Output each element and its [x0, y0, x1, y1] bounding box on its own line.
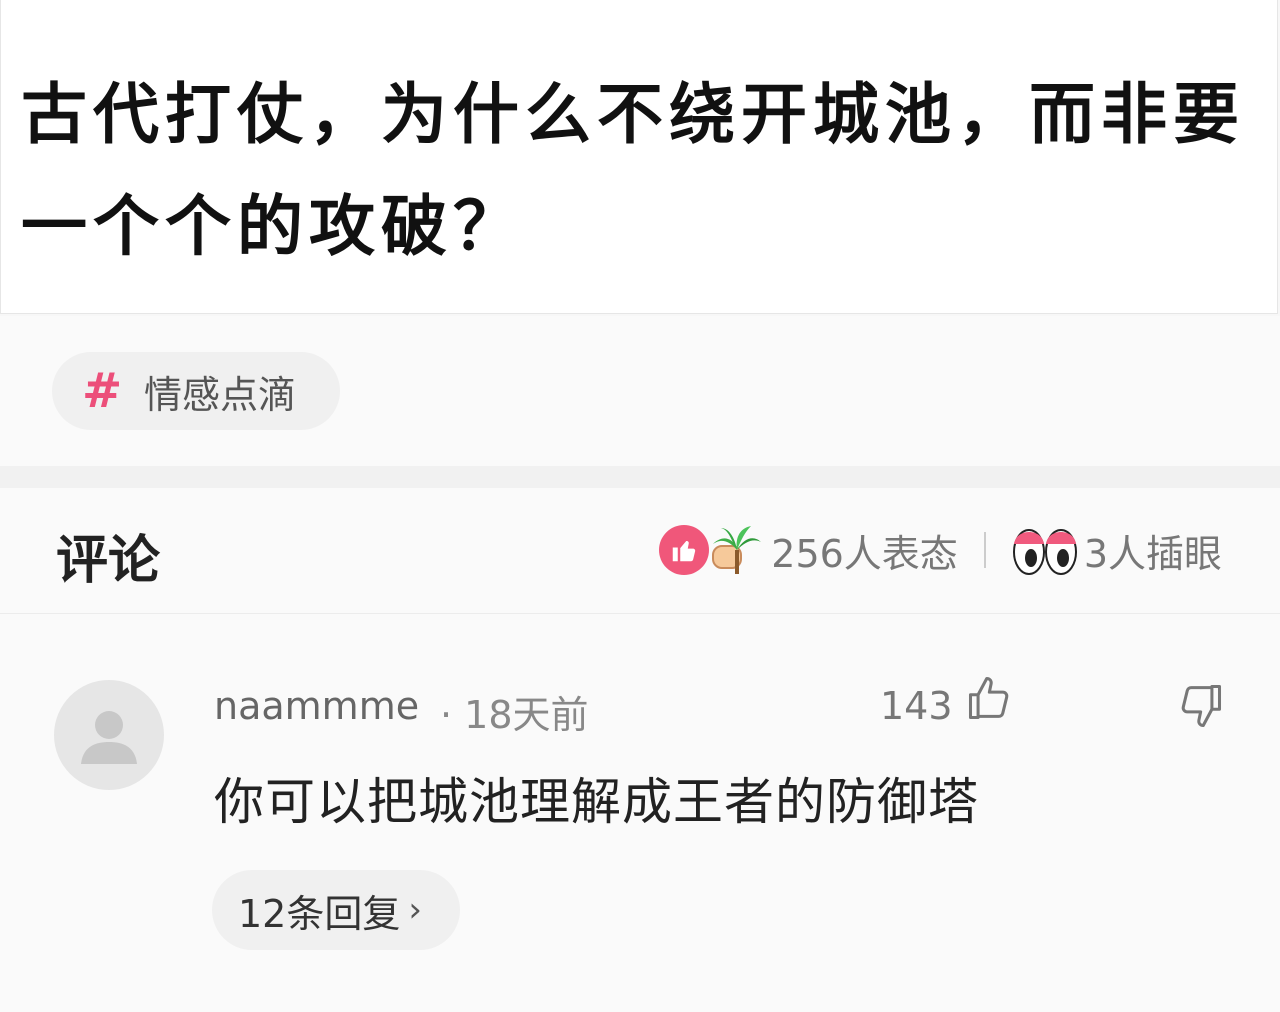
chevron-right-icon: ›: [408, 890, 422, 930]
stare-count: 3人插眼: [1083, 531, 1222, 576]
like-icon: [659, 525, 710, 575]
section-divider: [0, 466, 1280, 488]
comment-item: naammme · 18天前 143 你可以把城池理解成王者的防御塔 12条回复…: [0, 614, 1280, 1012]
thumbs-down-icon[interactable]: [1174, 680, 1226, 736]
post-title: 古代打仗，为什么不绕开城池，而非要一个个的攻破？: [21, 75, 1245, 265]
topic-tag-label: 情感点滴: [144, 372, 297, 417]
comment-like-count: 143: [880, 684, 953, 728]
comment-text: 你可以把城池理解成王者的防御塔: [214, 773, 979, 831]
reaction-count: 256人表态: [771, 531, 958, 576]
eyes-icon: [1012, 522, 1078, 578]
comments-header: 评论 256人表态 3人插眼: [0, 488, 1280, 614]
thumbs-up-icon[interactable]: [964, 672, 1016, 728]
hash-icon: #: [82, 363, 123, 419]
palm-tree-icon: [705, 520, 765, 580]
default-avatar-icon: [81, 711, 137, 764]
comment-time: · 18天前: [440, 693, 589, 737]
avatar[interactable]: [54, 680, 164, 790]
topic-tag[interactable]: # 情感点滴: [52, 352, 340, 430]
view-replies-button[interactable]: 12条回复 ›: [212, 870, 460, 950]
divider: [983, 532, 986, 568]
tag-area: # 情感点滴: [0, 316, 1280, 466]
reply-count-label: 12条回复: [238, 891, 401, 936]
comments-title: 评论: [56, 531, 161, 591]
reactions-bar[interactable]: 256人表态 3人插眼: [659, 518, 1222, 582]
post-title-card: 古代打仗，为什么不绕开城池，而非要一个个的攻破？: [0, 0, 1278, 314]
comment-user-name[interactable]: naammme: [214, 684, 419, 728]
